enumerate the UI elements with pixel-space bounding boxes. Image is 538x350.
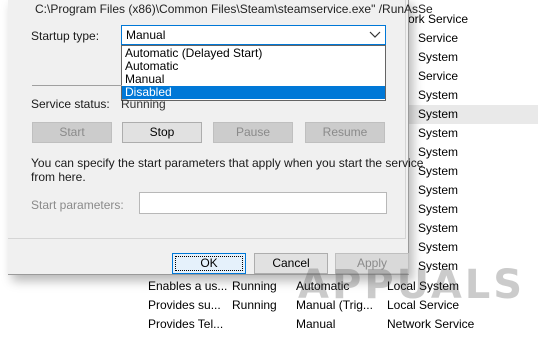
- list-item[interactable]: Service: [408, 29, 538, 48]
- startup-type-value: Manual: [126, 28, 166, 42]
- cancel-button[interactable]: Cancel: [254, 253, 328, 274]
- status-cell: Running: [232, 279, 277, 293]
- table-row[interactable]: Provides su... Running Manual (Trig... L…: [140, 296, 538, 315]
- startup-type-dropdown: Automatic (Delayed Start) Automatic Manu…: [121, 45, 386, 101]
- resume-button[interactable]: Resume: [305, 122, 385, 143]
- help-text-line2: from here.: [31, 170, 86, 184]
- description-cell: Enables a us...: [148, 279, 228, 293]
- logon-cell: System: [418, 88, 459, 102]
- list-item[interactable]: System: [408, 181, 538, 200]
- logon-cell: System: [418, 259, 459, 273]
- logon-cell: System: [418, 126, 459, 140]
- description-cell: Provides Tel...: [148, 317, 224, 331]
- list-item[interactable]: System: [408, 162, 538, 181]
- logon-cell: System: [418, 240, 459, 254]
- logon-cell: System: [418, 145, 459, 159]
- stop-button[interactable]: Stop: [122, 122, 202, 143]
- list-item[interactable]: System: [408, 200, 538, 219]
- focus-ring: [175, 256, 243, 271]
- chevron-down-icon: [369, 27, 381, 41]
- apply-button[interactable]: Apply: [335, 253, 409, 274]
- start-parameters-input[interactable]: [139, 192, 387, 214]
- list-item[interactable]: System: [408, 143, 538, 162]
- service-properties-dialog: C:\Program Files (x86)\Common Files\Stea…: [8, 0, 433, 275]
- logon-cell: System: [418, 164, 459, 178]
- service-status-label: Service status:: [31, 97, 110, 111]
- startup-cell: Manual: [296, 317, 336, 331]
- list-item[interactable]: System: [408, 238, 538, 257]
- pause-button[interactable]: Pause: [213, 122, 293, 143]
- start-button[interactable]: Start: [32, 122, 112, 143]
- ok-button[interactable]: OK: [172, 253, 246, 274]
- logon-cell: Local Service: [387, 298, 460, 312]
- list-item[interactable]: System: [408, 105, 538, 124]
- list-item[interactable]: System: [408, 124, 538, 143]
- logon-cell: System: [418, 50, 459, 64]
- executable-path: C:\Program Files (x86)\Common Files\Stea…: [35, 2, 433, 16]
- description-cell: Provides su...: [148, 298, 221, 312]
- logon-cell: System: [418, 202, 459, 216]
- list-item[interactable]: Service: [408, 67, 538, 86]
- list-item[interactable]: System: [408, 257, 538, 276]
- logon-cell: Network Service: [387, 317, 475, 331]
- logon-cell: System: [418, 183, 459, 197]
- logon-cell: Local System: [387, 279, 460, 293]
- status-cell: Running: [232, 298, 277, 312]
- table-row[interactable]: Provides Tel... Manual Network Service: [140, 315, 538, 334]
- startup-type-label: Startup type:: [31, 29, 100, 43]
- general-tab-panel: C:\Program Files (x86)\Common Files\Stea…: [8, 0, 433, 239]
- divider: [32, 85, 122, 86]
- startup-type-select[interactable]: Manual: [121, 25, 386, 45]
- service-status-value: Running: [121, 97, 166, 111]
- list-item[interactable]: System: [408, 219, 538, 238]
- logon-cell: Service: [418, 31, 459, 45]
- start-parameters-label: Start parameters:: [31, 198, 124, 212]
- list-item[interactable]: System: [408, 86, 538, 105]
- help-text-line1: You can specify the start parameters tha…: [31, 156, 424, 170]
- startup-cell: Manual (Trig...: [296, 298, 373, 312]
- logon-cell: System: [418, 107, 459, 121]
- logon-cell: Service: [418, 69, 459, 83]
- startup-cell: Automatic: [296, 279, 350, 293]
- list-item[interactable]: System: [408, 48, 538, 67]
- table-row[interactable]: Enables a us... Running Automatic Local …: [140, 277, 538, 296]
- logon-cell: System: [418, 221, 459, 235]
